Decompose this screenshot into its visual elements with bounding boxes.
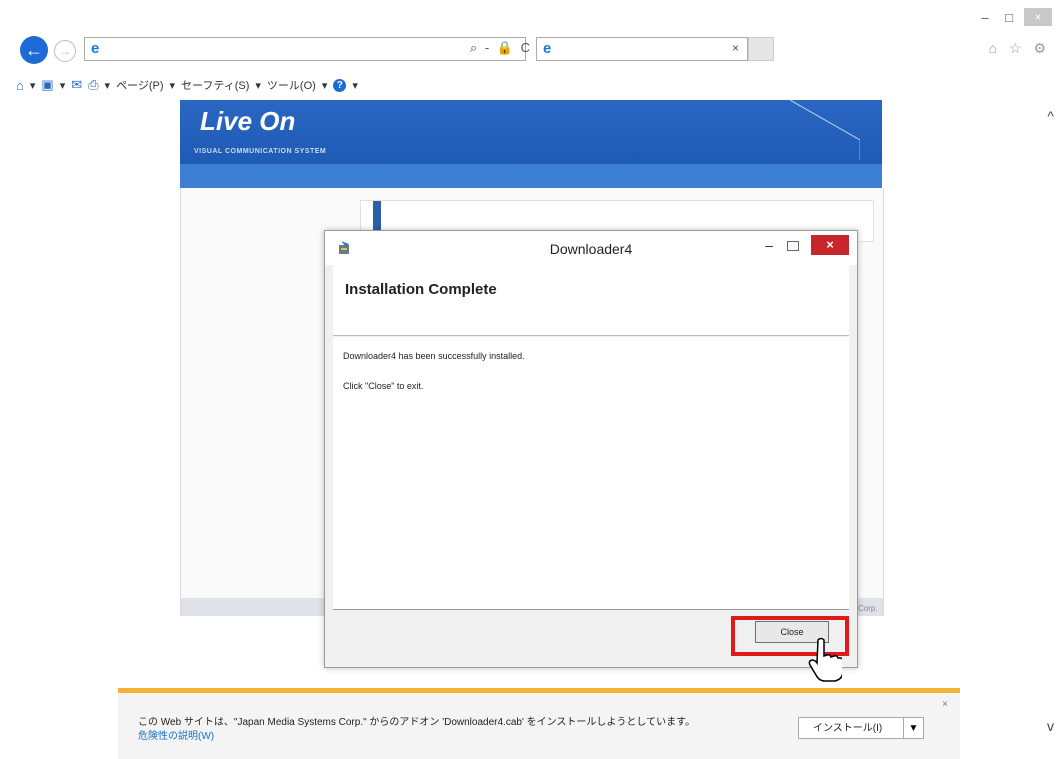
dialog-title: Downloader4	[549, 241, 633, 257]
dialog-body: Downloader4 has been successfully instal…	[333, 337, 849, 610]
liveon-logo: Live On	[200, 106, 296, 136]
tab-ie-icon: e	[543, 40, 552, 57]
risk-explanation-link[interactable]: 危険性の説明(W)	[138, 727, 214, 742]
downloader-dialog: Downloader4 – × Installation Complete Do…	[324, 230, 858, 668]
back-button[interactable]: ←	[20, 36, 48, 64]
feeds-icon[interactable]: ▣	[41, 77, 53, 93]
maximize-button[interactable]: □	[1000, 10, 1018, 25]
banner-decoration	[790, 100, 860, 160]
window-controls: – □ ×	[976, 8, 1052, 26]
ie-icon: e	[91, 40, 100, 57]
window-close-button[interactable]: ×	[1024, 8, 1052, 26]
install-button[interactable]: インストール(I)	[798, 717, 904, 739]
print-icon[interactable]: ⎙	[88, 77, 98, 93]
minimize-button[interactable]: –	[976, 10, 994, 25]
success-message: Downloader4 has been successfully instal…	[343, 351, 525, 361]
dialog-titlebar[interactable]: Downloader4 – ×	[325, 231, 857, 265]
help-icon[interactable]: ?	[333, 78, 347, 92]
dialog-header: Installation Complete	[333, 265, 849, 336]
scroll-up-arrow[interactable]: ^	[1047, 108, 1054, 124]
dialog-minimize-button[interactable]: –	[765, 237, 773, 253]
page-menu[interactable]: ページ(P)	[116, 77, 163, 93]
address-tools[interactable]: ⌕ - 🔒 C	[470, 40, 532, 56]
install-dropdown-button[interactable]: ▼	[904, 717, 924, 739]
addon-notification-bar: この Web サイトは、"Japan Media Systems Corp." …	[118, 688, 960, 759]
tools-menu[interactable]: ツール(O)	[267, 77, 316, 93]
safety-menu[interactable]: セーフティ(S)	[181, 77, 249, 93]
browser-tab[interactable]: e ×	[536, 37, 748, 61]
scroll-down-arrow[interactable]: v	[1047, 718, 1054, 734]
liveon-banner: Live On VISUAL COMMUNICATION SYSTEM	[180, 100, 882, 188]
liveon-tagline: VISUAL COMMUNICATION SYSTEM	[194, 148, 327, 155]
banner-band	[180, 164, 882, 188]
mail-icon[interactable]: ✉	[71, 77, 82, 93]
dialog-heading: Installation Complete	[345, 281, 497, 298]
dialog-close-button[interactable]: ×	[811, 235, 849, 255]
browser-chrome: – □ × ← → e ⌕ - 🔒 C e × ⌂ ☆ ⚙ ⌂ ▾ ▣ ▾ ✉ ⎙ ▾…	[0, 0, 1060, 100]
forward-button[interactable]: →	[54, 40, 76, 62]
address-bar[interactable]: e	[84, 37, 526, 61]
home-favorites-settings-icons[interactable]: ⌂ ☆ ⚙	[989, 40, 1050, 57]
notification-close-icon[interactable]: ×	[942, 699, 948, 710]
home-icon[interactable]: ⌂	[16, 78, 24, 93]
corp-text: Corp.	[858, 604, 878, 613]
notification-message: この Web サイトは、"Japan Media Systems Corp." …	[138, 717, 696, 728]
hand-cursor-icon	[808, 637, 842, 682]
tab-close-icon[interactable]: ×	[732, 41, 739, 55]
command-bar: ⌂ ▾ ▣ ▾ ✉ ⎙ ▾ ページ(P) ▾ セーフティ(S) ▾ ツール(O) ▾ ? ▾	[16, 77, 358, 93]
new-tab-button[interactable]	[748, 37, 774, 61]
dialog-maximize-button[interactable]	[787, 241, 799, 251]
exit-instruction: Click "Close" to exit.	[343, 381, 424, 391]
